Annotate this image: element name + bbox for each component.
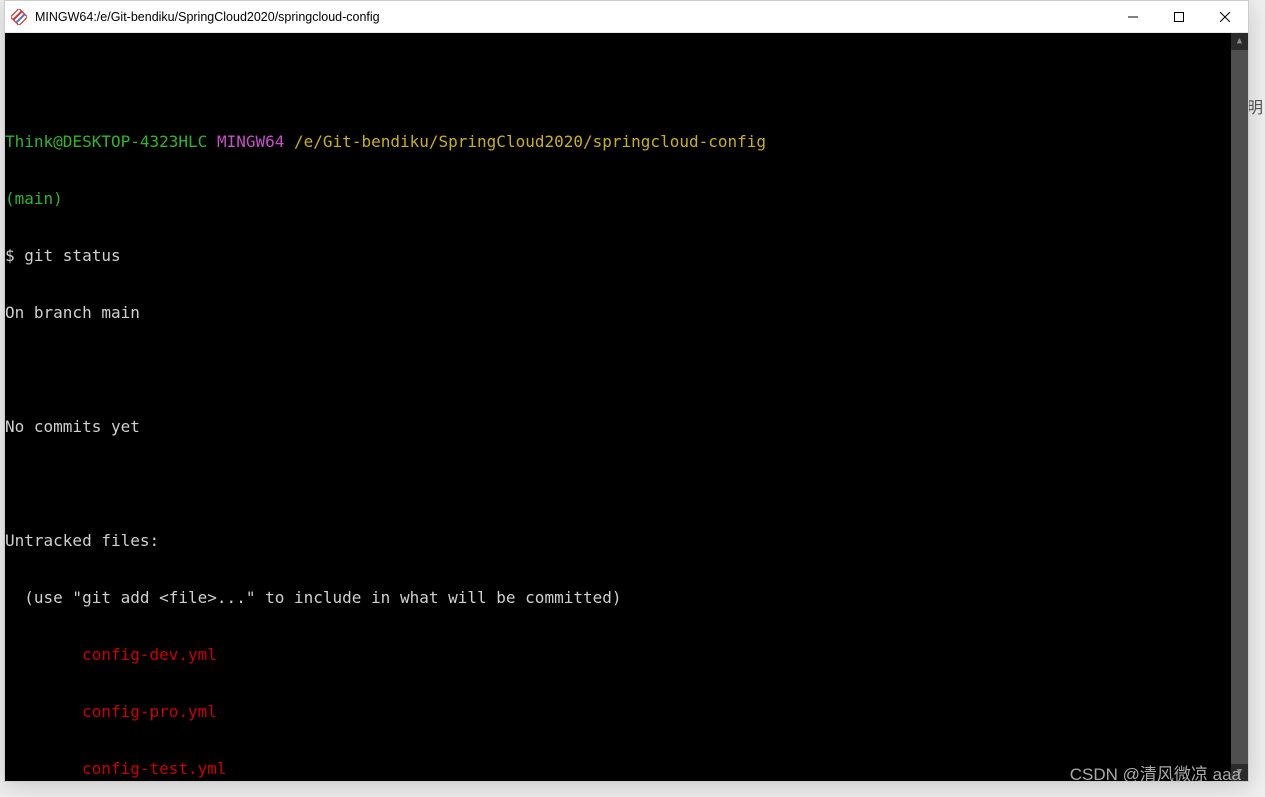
output-line: No commits yet [5,417,1248,436]
command-line: $ git status [5,246,1248,265]
terminal-window: MINGW64:/e/Git-bendiku/SpringCloud2020/s… [4,0,1249,782]
app-icon [11,9,27,25]
titlebar[interactable]: MINGW64:/e/Git-bendiku/SpringCloud2020/s… [5,1,1248,33]
output-line: On branch main [5,303,1248,322]
scrollbar-thumb[interactable] [1231,50,1248,764]
terminal-body[interactable]: Think@DESKTOP-4323HLC MINGW64 /e/Git-ben… [5,33,1248,781]
untracked-file: config-pro.yml [5,702,1248,721]
output-line: Untracked files: [5,531,1248,550]
scrollbar[interactable]: ▲ ▼ [1231,33,1248,781]
scroll-up-icon[interactable]: ▲ [1231,33,1248,50]
minimize-button[interactable] [1110,1,1156,32]
prompt-line: Think@DESKTOP-4323HLC MINGW64 /e/Git-ben… [5,132,1248,151]
window-title: MINGW64:/e/Git-bendiku/SpringCloud2020/s… [35,10,1110,24]
scroll-down-icon[interactable]: ▼ [1231,764,1248,781]
background-fragment: 明 [1247,94,1263,118]
maximize-button[interactable] [1156,1,1202,32]
untracked-file: config-test.yml [5,759,1248,778]
untracked-file: config-dev.yml [5,645,1248,664]
close-button[interactable] [1202,1,1248,32]
branch-line: (main) [5,189,1248,208]
terminal-line [5,75,1248,94]
terminal-line [5,474,1248,493]
output-line: (use "git add <file>..." to include in w… [5,588,1248,607]
terminal-line [5,360,1248,379]
window-controls [1110,1,1248,32]
